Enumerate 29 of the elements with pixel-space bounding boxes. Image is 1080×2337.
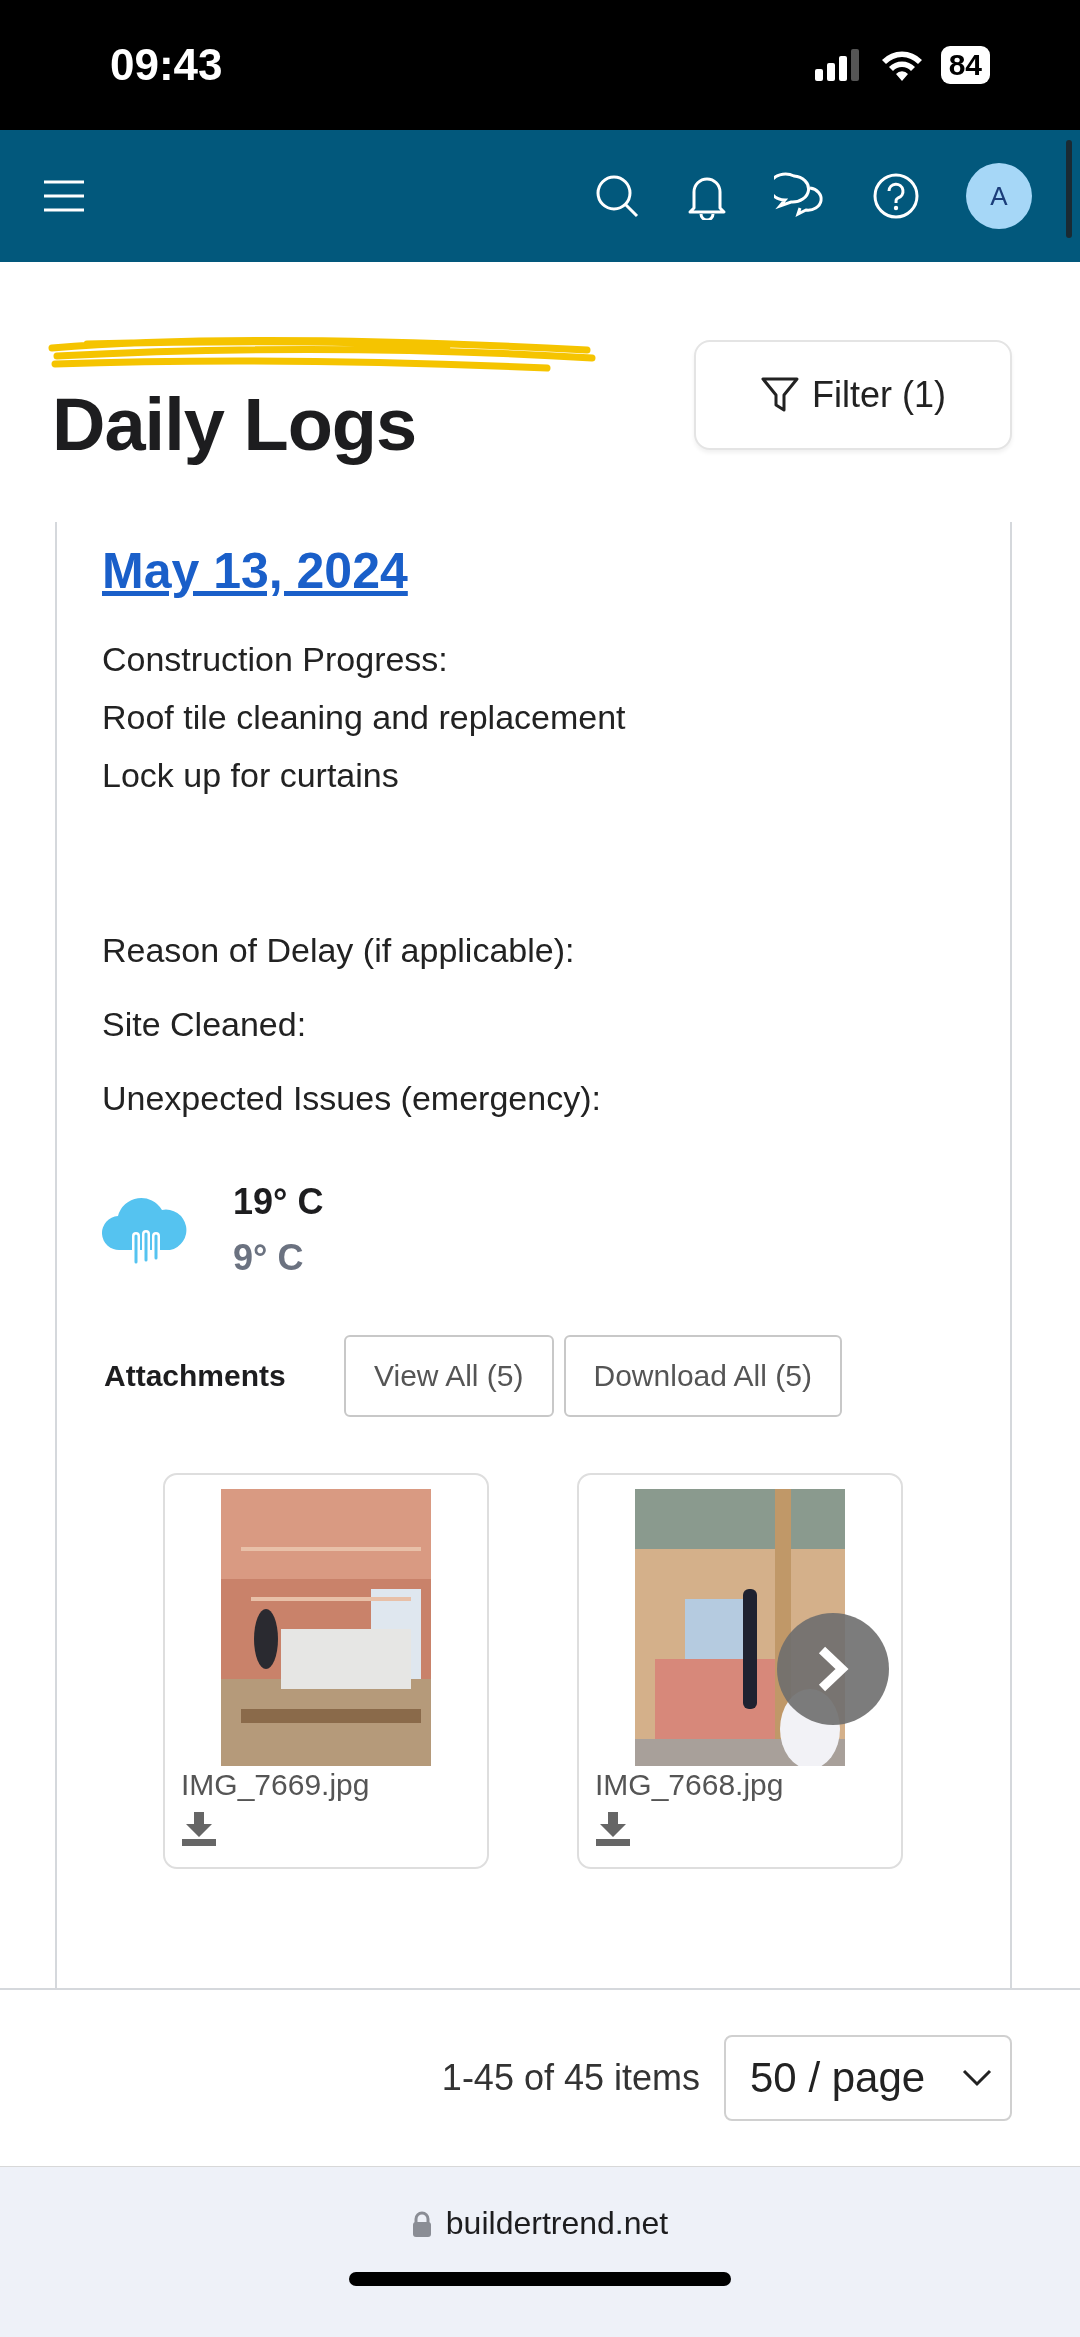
attachment-card[interactable]: IMG_7669.jpg	[163, 1473, 489, 1869]
url-text[interactable]: buildertrend.net	[445, 2205, 669, 2242]
download-icon[interactable]	[181, 1810, 217, 1846]
page-size-dropdown[interactable]: 50 / page	[724, 2035, 1012, 2121]
log-note: Unexpected Issues (emergency):	[102, 1078, 602, 1119]
download-all-button[interactable]: Download All (5)	[563, 1335, 842, 1417]
filter-button[interactable]: Filter (1)	[694, 340, 1012, 450]
clock: 09:43	[110, 40, 223, 90]
search-icon[interactable]	[594, 173, 640, 219]
log-note: Reason of Delay (if applicable):	[102, 930, 576, 971]
chevron-down-icon	[962, 2069, 992, 2087]
log-note: Construction Progress: Roof tile cleaning and replacement Lock up for curtains	[102, 639, 627, 796]
log-date-link[interactable]: May 13, 2024	[102, 542, 1010, 600]
file-name: IMG_7668.jpg	[595, 1768, 785, 1802]
items-count: 1-45 of 45 items	[441, 2057, 700, 2099]
menu-icon[interactable]	[42, 179, 86, 213]
help-icon[interactable]	[872, 172, 920, 220]
page-title: Daily Logs	[52, 381, 418, 467]
download-icon[interactable]	[595, 1810, 631, 1846]
file-name: IMG_7669.jpg	[181, 1768, 371, 1802]
user-avatar[interactable]: A	[966, 163, 1032, 229]
high-temperature: 19° C	[233, 1181, 324, 1223]
battery-indicator: 84	[940, 46, 990, 84]
lock-icon	[411, 2210, 432, 2237]
log-note: Site Cleaned:	[102, 1004, 308, 1045]
attachments-label: Attachments	[104, 1359, 287, 1393]
view-all-button[interactable]: View All (5)	[344, 1335, 554, 1417]
chevron-right-icon	[816, 1646, 850, 1692]
low-temperature: 9° C	[233, 1237, 305, 1279]
